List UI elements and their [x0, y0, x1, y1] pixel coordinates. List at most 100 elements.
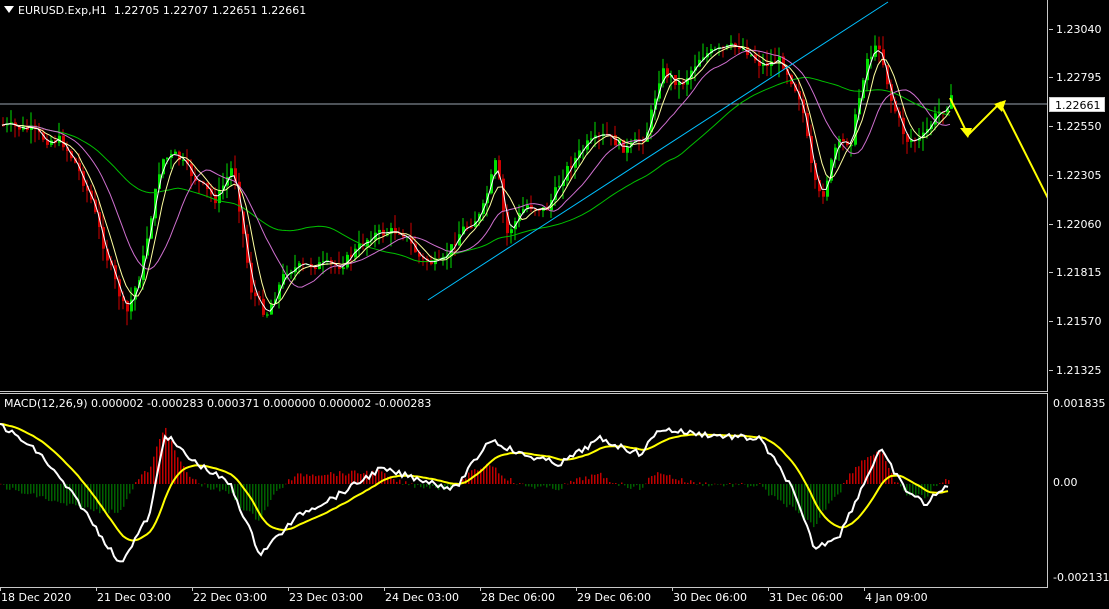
macd-histogram — [0, 427, 950, 528]
macd-hist-bar — [555, 484, 557, 490]
macd-main-line — [0, 422, 949, 563]
macd-hist-bar — [942, 482, 944, 484]
macd-hist-bar — [660, 473, 662, 484]
macd-hist-bar — [633, 484, 635, 487]
macd-hist-bar — [324, 474, 326, 484]
macd-hist-bar — [312, 474, 314, 484]
macd-hist-bar — [6, 484, 8, 490]
macd-hist-bar — [789, 484, 791, 505]
macd-hist-bar — [405, 481, 407, 484]
macd-hist-bar — [138, 479, 140, 484]
macd-hist-bar — [342, 473, 344, 484]
candle-body — [430, 262, 433, 265]
candle-body — [314, 267, 317, 270]
time-tick-label: 31 Dec 06:00 — [769, 591, 843, 604]
macd-hist-bar — [495, 467, 497, 484]
macd-hist-bar — [852, 473, 854, 484]
macd-hist-bar — [573, 481, 575, 484]
price-tick — [1049, 77, 1053, 78]
macd-hist-bar — [288, 479, 290, 484]
macd-hist-bar — [846, 479, 848, 484]
price-chart-canvas[interactable] — [0, 0, 1072, 391]
macd-hist-bar — [279, 484, 281, 489]
macd-hist-bar — [762, 484, 764, 487]
macd-hist-bar — [132, 484, 134, 490]
macd-hist-bar — [936, 484, 938, 487]
current-price-tag: 1.22661 — [1049, 97, 1105, 112]
macd-hist-bar — [810, 484, 812, 523]
candle-body — [878, 45, 881, 50]
macd-hist-bar — [348, 473, 350, 484]
macd-hist-bar — [123, 484, 125, 507]
macd-canvas[interactable] — [0, 394, 1047, 587]
macd-hist-bar — [696, 484, 698, 485]
macd-hist-bar — [57, 484, 59, 502]
forecast-arrows[interactable] — [949, 97, 1072, 240]
macd-tick-label: -0.002131 — [1053, 571, 1109, 584]
macd-hist-bar — [672, 478, 674, 484]
price-tick — [1049, 175, 1053, 176]
macd-hist-bar — [222, 484, 224, 490]
macd-hist-bar — [3, 484, 5, 485]
macd-hist-bar — [18, 484, 20, 492]
macd-hist-bar — [606, 477, 608, 484]
macd-hist-bar — [630, 484, 632, 489]
macd-hist-bar — [543, 484, 545, 486]
macd-hist-bar — [768, 484, 770, 496]
macd-hist-bar — [702, 484, 704, 486]
macd-hist-bar — [579, 477, 581, 484]
macd-hist-bar — [357, 473, 359, 484]
macd-hist-bar — [669, 474, 671, 484]
macd-hist-bar — [705, 482, 707, 484]
macd-hist-bar — [666, 475, 668, 484]
macd-hist-bar — [675, 479, 677, 484]
macd-hist-bar — [627, 484, 629, 489]
macd-hist-bar — [723, 484, 725, 487]
ma-mid-line — [1, 49, 951, 288]
macd-hist-bar — [900, 484, 902, 487]
macd-hist-bar — [786, 484, 788, 508]
macd-hist-bar — [750, 484, 752, 487]
macd-hist-bar — [897, 482, 899, 484]
macd-hist-bar — [39, 484, 41, 497]
macd-hist-bar — [777, 484, 779, 500]
price-tick-label: 1.22060 — [1056, 218, 1102, 231]
candle-body — [266, 314, 269, 316]
macd-hist-bar — [54, 484, 56, 501]
macd-hist-bar — [822, 484, 824, 511]
macd-hist-bar — [126, 484, 128, 500]
macd-hist-bar — [636, 484, 638, 486]
macd-hist-bar — [246, 484, 248, 511]
macd-hist-bar — [525, 484, 527, 487]
macd-hist-bar — [12, 484, 14, 488]
macd-hist-bar — [831, 484, 833, 501]
price-tick — [1049, 321, 1053, 322]
macd-hist-bar — [96, 484, 98, 510]
macd-hist-bar — [339, 471, 341, 484]
macd-hist-bar — [855, 466, 857, 484]
candle-body — [378, 229, 381, 233]
price-tick — [1049, 126, 1053, 127]
macd-hist-bar — [69, 484, 71, 504]
macd-hist-bar — [129, 484, 131, 494]
macd-hist-bar — [468, 472, 470, 484]
macd-panel[interactable] — [0, 393, 1048, 588]
macd-hist-bar — [561, 484, 563, 489]
macd-hist-bar — [825, 484, 827, 510]
macd-hist-bar — [522, 483, 524, 485]
candle-body — [254, 292, 257, 297]
macd-hist-bar — [648, 477, 650, 484]
macd-hist-bar — [117, 484, 119, 513]
macd-hist-bar — [99, 484, 101, 514]
macd-hist-bar — [603, 478, 605, 484]
candle-body — [510, 229, 513, 234]
collapse-triangle-icon[interactable] — [4, 6, 14, 13]
macd-hist-bar — [213, 484, 215, 490]
macd-hist-bar — [501, 475, 503, 484]
macd-hist-bar — [300, 473, 302, 484]
price-chart-panel[interactable] — [0, 0, 1072, 392]
macd-hist-bar — [732, 484, 734, 487]
time-tick-label: 21 Dec 03:00 — [97, 591, 171, 604]
macd-hist-bar — [294, 476, 296, 484]
macd-hist-bar — [30, 484, 32, 494]
